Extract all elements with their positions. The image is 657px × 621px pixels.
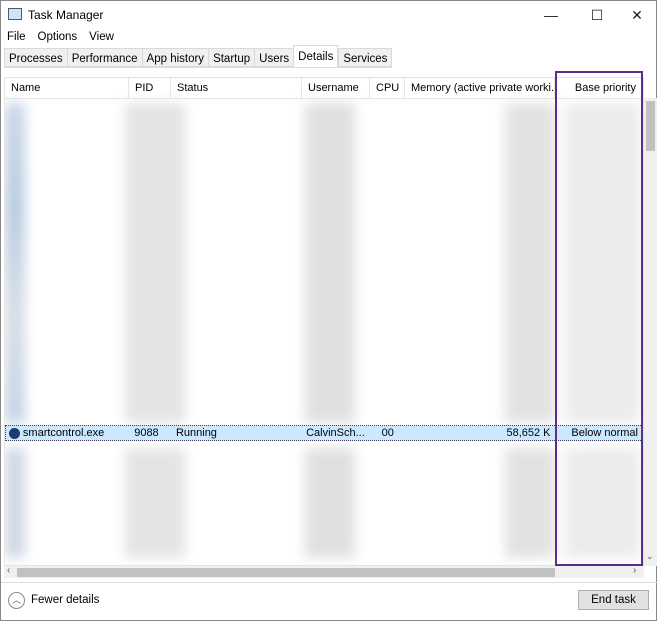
- cell-status: Running: [175, 427, 217, 439]
- cell-cpu: 00: [381, 427, 394, 439]
- close-button[interactable]: ✕: [614, 1, 657, 29]
- column-pid[interactable]: PID: [129, 78, 171, 98]
- tab-processes[interactable]: Processes: [4, 48, 67, 67]
- cell-pid: 9088: [134, 427, 159, 439]
- menu-file[interactable]: File: [1, 29, 32, 45]
- fewer-details-link[interactable]: Fewer details: [31, 594, 99, 606]
- horizontal-scroll-thumb[interactable]: [17, 568, 555, 577]
- blurred-column: [305, 448, 355, 558]
- details-table: Name PID Status Username CPU Memory (act…: [4, 77, 644, 566]
- tab-services[interactable]: Services: [338, 48, 393, 67]
- cell-memory: 58,652 K: [506, 427, 551, 439]
- scroll-right-icon[interactable]: ›: [633, 565, 636, 576]
- blurred-icons: [5, 448, 25, 558]
- blurred-column: [125, 103, 185, 423]
- blurred-icons: [5, 103, 25, 423]
- column-cpu[interactable]: CPU: [370, 78, 405, 98]
- menu-options[interactable]: Options: [32, 29, 84, 45]
- scroll-left-icon[interactable]: ‹: [7, 565, 10, 576]
- end-task-button[interactable]: End task: [578, 590, 649, 610]
- tab-details[interactable]: Details: [293, 45, 339, 67]
- column-status[interactable]: Status: [171, 78, 302, 98]
- column-name[interactable]: Name: [5, 78, 129, 98]
- minimize-button[interactable]: —: [528, 1, 574, 29]
- scroll-down-icon[interactable]: ⌄: [646, 551, 654, 562]
- table-header: Name PID Status Username CPU Memory (act…: [5, 78, 643, 99]
- cell-username: CalvinSch...: [306, 427, 365, 439]
- tab-bar: Processes Performance App history Startu…: [4, 45, 393, 68]
- chevron-up-icon[interactable]: ︿: [8, 592, 25, 609]
- blurred-column: [505, 103, 555, 423]
- window-title: Task Manager: [28, 8, 104, 22]
- title-bar: Task Manager — ☐ ✕: [1, 1, 657, 29]
- blurred-column: [505, 448, 555, 558]
- cell-name: smartcontrol.exe: [22, 427, 105, 439]
- menu-bar: File Options View: [1, 29, 120, 45]
- blurred-column: [305, 103, 355, 423]
- tab-users[interactable]: Users: [254, 48, 294, 67]
- divider: [1, 582, 657, 583]
- process-icon: [9, 427, 20, 439]
- column-memory[interactable]: Memory (active private worki...: [405, 78, 555, 98]
- task-manager-icon: [8, 8, 22, 20]
- tab-app-history[interactable]: App history: [141, 48, 209, 67]
- base-priority-highlight: [555, 71, 643, 566]
- tab-performance[interactable]: Performance: [66, 48, 142, 67]
- vertical-scroll-thumb[interactable]: [646, 101, 655, 151]
- vertical-scrollbar[interactable]: [644, 98, 657, 566]
- table-row-selected[interactable]: smartcontrol.exe 9088 Running CalvinSch.…: [5, 425, 643, 441]
- menu-view[interactable]: View: [83, 29, 120, 45]
- tab-startup[interactable]: Startup: [208, 48, 255, 67]
- column-username[interactable]: Username: [302, 78, 370, 98]
- blurred-column: [125, 448, 185, 558]
